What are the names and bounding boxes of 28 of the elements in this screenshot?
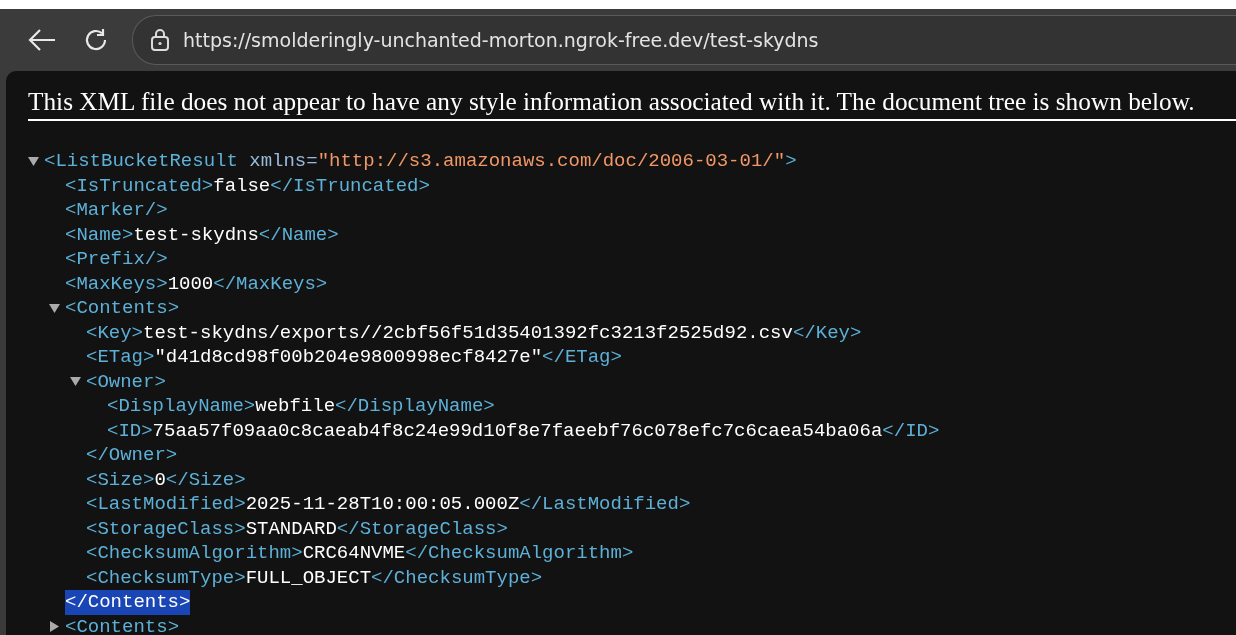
lock-icon (149, 28, 171, 52)
xml-line: <IsTruncated>false</IsTruncated> (65, 173, 430, 198)
xml-line: <ETag>"d41d8cd98f00b204e9800998ecf8427e"</ETag> (86, 345, 622, 370)
xml-line: <StorageClass>STANDARD</StorageClass> (86, 516, 508, 541)
xml-line: <Prefix/> (65, 247, 168, 272)
xml-line: <Contents> (65, 296, 180, 321)
xml-line: <Size>0</Size> (86, 467, 246, 492)
address-bar[interactable]: https://smolderingly-unchanted-morton.ngrok-free.dev/test-skydns (132, 15, 1236, 65)
url-text: https://smolderingly-unchanted-morton.ngrok-free.dev/test-skydns (183, 29, 819, 51)
xml-line: <DisplayName>webfile</DisplayName> (107, 394, 495, 419)
xml-line: <Marker/> (65, 198, 168, 223)
xml-style-notice: This XML file does not appear to have any style information associated with it. The document tree is shown below. (28, 87, 1196, 115)
tree-toggle-icon[interactable] (49, 302, 60, 314)
tree-toggle-icon[interactable] (49, 621, 60, 633)
xml-line: <Contents> (65, 614, 180, 635)
tree-toggle-icon[interactable] (28, 155, 39, 167)
xml-line: <ListBucketResult xmlns="http://s3.amazonaws.com/doc/2006-03-01/"> (44, 149, 797, 174)
xml-line: <ID>75aa57f09aa0c8caeab4f8c24e99d10f8e7faeebf76c078efc7c6caea54ba06a</ID> (107, 418, 940, 443)
tree-toggle-icon[interactable] (70, 376, 81, 388)
xml-line: <Owner> (86, 369, 166, 394)
xml-line: <ChecksumType>FULL_OBJECT</ChecksumType> (86, 565, 543, 590)
xml-line: <MaxKeys>1000</MaxKeys> (65, 271, 328, 296)
xml-line: <LastModified>2025-11-28T10:00:05.000Z</LastModified> (86, 492, 691, 517)
xml-line: </Owner> (86, 443, 178, 468)
back-arrow-icon (27, 28, 57, 52)
xml-line: <Key>test-skydns/exports//2cbf56f51d35401392fc3213f2525d92.csv</Key> (86, 320, 862, 345)
xml-line: <Name>test-skydns</Name> (65, 222, 339, 247)
xml-line: <ChecksumAlgorithm>CRC64NVME</ChecksumAlgorithm> (86, 541, 634, 566)
